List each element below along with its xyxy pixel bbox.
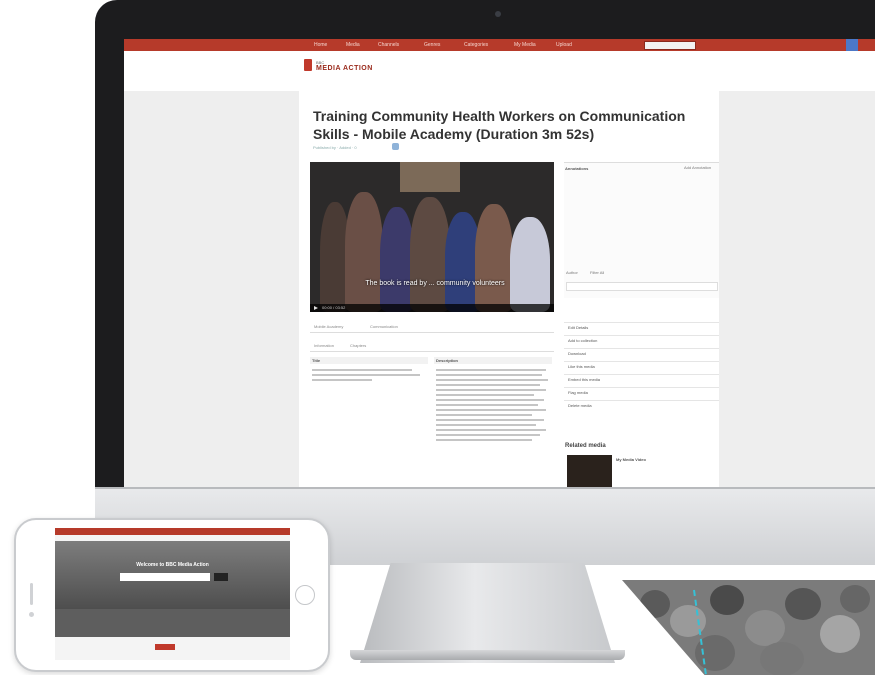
video-background: [400, 162, 460, 192]
title-text: [312, 374, 420, 376]
logo-icon[interactable]: [304, 59, 312, 71]
imac-screen: Home Media Channels Genres Categories My…: [124, 39, 875, 487]
related-media-title: Related media: [565, 443, 606, 449]
flag-link[interactable]: Flag media: [568, 389, 588, 397]
annotation-filter-author[interactable]: Author: [566, 270, 578, 275]
category-link[interactable]: Communication: [370, 324, 398, 329]
nav-item-genres[interactable]: Genres: [424, 42, 440, 48]
description-text: [436, 414, 532, 416]
imac-stand: [360, 563, 615, 663]
details-tabs: Information Chapters: [310, 341, 554, 352]
description-text: [436, 409, 546, 411]
annotations-title: Annotations: [565, 166, 589, 171]
nav-item-home[interactable]: Home: [314, 42, 327, 48]
background-photo: [622, 580, 875, 675]
play-icon[interactable]: [314, 306, 318, 310]
annotation-input[interactable]: [566, 282, 718, 291]
imac-stand-foot: [350, 650, 625, 660]
phone-speaker: [30, 583, 33, 605]
video-figure: [380, 207, 414, 312]
embed-link[interactable]: Embed this media: [568, 376, 600, 384]
description-label: Description: [434, 357, 552, 364]
video-caption: The book is read by ... community volunt…: [365, 280, 505, 287]
phone-home-button: [295, 585, 315, 605]
video-player[interactable]: [310, 162, 554, 312]
logo-text[interactable]: MEDIA ACTION: [316, 65, 373, 72]
likes-badge[interactable]: [392, 143, 399, 150]
description-text: [436, 369, 546, 371]
site-navbar: Home Media Channels Genres Categories My…: [124, 39, 875, 55]
tab-chapters[interactable]: Chapters: [350, 343, 366, 348]
video-time: 00:00 / 03:52: [322, 305, 346, 310]
video-figure: [345, 192, 383, 312]
tags-row: Mobile Academy Communication: [310, 322, 554, 333]
edit-details-link[interactable]: Edit Details: [568, 324, 588, 332]
nav-item-channels[interactable]: Channels: [378, 42, 399, 48]
nav-item-upload[interactable]: Upload: [556, 42, 572, 48]
phone-welcome-text: Welcome to BBC Media Action: [136, 562, 209, 568]
related-media-thumbnail[interactable]: [567, 455, 612, 487]
title-text: [312, 379, 372, 381]
media-meta: Published by · Added · 0: [313, 145, 357, 150]
tab-information[interactable]: Information: [314, 343, 334, 348]
add-to-collection-link[interactable]: Add to collection: [568, 337, 597, 345]
phone-navbar: [55, 528, 290, 535]
add-annotation-button[interactable]: Add Annotation: [684, 165, 711, 170]
description-text: [436, 424, 536, 426]
search-input[interactable]: [644, 41, 696, 50]
video-figure: [510, 217, 550, 312]
page-title: Training Community Health Workers on Com…: [313, 108, 686, 142]
download-link[interactable]: Download: [568, 350, 586, 358]
annotation-filter-all[interactable]: Filter All: [590, 270, 604, 275]
phone-search-input[interactable]: [120, 573, 210, 581]
tag-link[interactable]: Mobile Academy: [314, 324, 343, 329]
delete-link[interactable]: Delete media: [568, 402, 592, 410]
phone-search-button[interactable]: [214, 573, 228, 581]
phone-footer-band: [55, 609, 290, 637]
details-panel: Title Description: [310, 357, 554, 487]
imac-chin-divider: [95, 487, 875, 489]
description-text: [436, 394, 534, 396]
phone-screen: Welcome to BBC Media Action: [55, 528, 290, 660]
description-text: [436, 419, 544, 421]
nav-item-categories[interactable]: Categories: [464, 42, 488, 48]
description-text: [436, 374, 542, 376]
video-figure: [475, 204, 513, 312]
phone-camera-icon: [29, 612, 34, 617]
description-text: [436, 439, 532, 441]
video-figure: [410, 197, 450, 312]
description-text: [436, 384, 540, 386]
nav-item-my-media[interactable]: My Media: [514, 42, 536, 48]
description-text: [436, 404, 538, 406]
title-text: [312, 369, 412, 371]
description-text: [436, 379, 548, 381]
annotations-panel: [564, 162, 719, 298]
site-header: [124, 51, 875, 91]
camera-icon: [495, 11, 501, 17]
description-text: [436, 399, 544, 401]
phone-footer-logo: [155, 644, 175, 650]
description-text: [436, 434, 540, 436]
related-media-name[interactable]: My Media Video: [616, 457, 646, 462]
title-label: Title: [310, 357, 428, 364]
like-link[interactable]: Like this media: [568, 363, 595, 371]
description-text: [436, 389, 546, 391]
description-text: [436, 429, 546, 431]
nav-item-media[interactable]: Media: [346, 42, 360, 48]
video-controls: [310, 304, 554, 312]
